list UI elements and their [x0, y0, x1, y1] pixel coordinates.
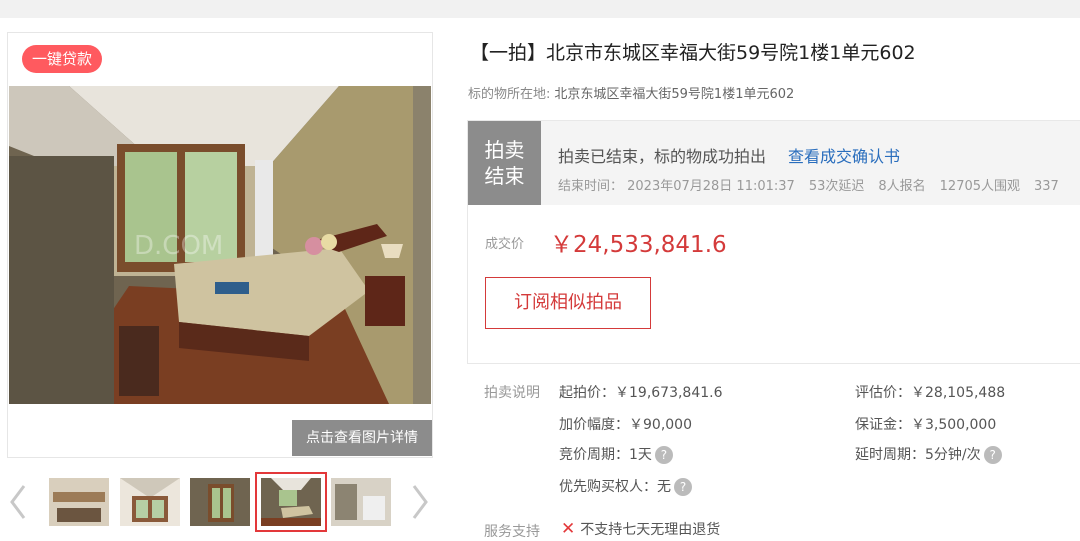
chevron-right-icon[interactable] — [410, 484, 430, 520]
listing-title: 【一拍】北京市东城区幸福大街59号院1楼1单元602 — [470, 42, 916, 64]
bidding-period: 竞价周期：1天 — [559, 447, 652, 463]
chevron-left-icon[interactable] — [8, 484, 28, 520]
view-photo-details-button[interactable]: 点击查看图片详情 — [292, 420, 432, 456]
extra-count: 337 — [1034, 179, 1059, 194]
close-icon: ✕ — [561, 519, 576, 539]
thumbnail-4-selected[interactable] — [255, 472, 327, 532]
bidding-period-row: 竞价周期：1天? — [559, 444, 673, 464]
photo-watermark: D.COM — [134, 231, 223, 261]
thumbnail-3[interactable] — [190, 478, 250, 526]
status-message-line: 拍卖已结束，标的物成功拍出 查看成交确认书 — [558, 143, 900, 167]
location-value: 北京东城区幸福大街59号院1楼1单元602 — [554, 87, 795, 102]
loan-badge[interactable]: 一键贷款 — [22, 45, 103, 73]
location-line: 标的物所在地: 北京东城区幸福大街59号院1楼1单元602 — [468, 83, 794, 102]
extension-period-row: 延时周期：5分钟/次? — [855, 444, 1002, 464]
watcher-count: 12705人围观 — [939, 179, 1021, 194]
appraisal-price: 评估价：￥28,105,488 — [855, 385, 1006, 401]
signup-count: 8人报名 — [878, 179, 926, 194]
view-deal-confirmation-link[interactable]: 查看成交确认书 — [788, 147, 900, 166]
thumbnail-1[interactable] — [49, 478, 109, 526]
thumbnail-strip — [0, 468, 440, 538]
extension-period: 延时周期：5分钟/次 — [855, 447, 981, 463]
deal-price-label: 成交价 — [485, 237, 525, 252]
priority-buyer: 优先购买权人：无 — [559, 479, 671, 495]
status-block-line2: 结束 — [484, 164, 525, 188]
auction-info-label: 拍卖说明 — [484, 385, 540, 401]
bid-increment: 加价幅度：￥90,000 — [559, 417, 692, 433]
bedroom-photo: D.COM — [9, 86, 431, 404]
status-meta: 结束时间： 2023年07月28日 11:01:37 53次延迟 8人报名 12705… — [558, 175, 1073, 194]
start-price: 起拍价：￥19,673,841.6 — [559, 385, 723, 401]
service-label: 服务支持 — [484, 524, 540, 540]
auction-ended-block: 拍卖 结束 — [468, 121, 541, 205]
service-item: ✕ 不支持七天无理由退货 — [561, 519, 720, 539]
question-icon[interactable]: ? — [654, 446, 673, 464]
deal-price: ￥24,533,841.6 — [550, 232, 727, 258]
top-nav-strip — [0, 0, 1080, 18]
priority-buyer-row: 优先购买权人：无? — [559, 476, 692, 496]
thumbnail-2[interactable] — [120, 478, 180, 526]
status-block-line1: 拍卖 — [484, 138, 525, 162]
auction-status-box: 拍卖 结束 拍卖已结束，标的物成功拍出 查看成交确认书 结束时间： 2023年07… — [467, 120, 1080, 364]
question-icon[interactable]: ? — [983, 446, 1002, 464]
status-bar: 拍卖 结束 拍卖已结束，标的物成功拍出 查看成交确认书 结束时间： 2023年07… — [468, 121, 1080, 205]
service-item-text: 不支持七天无理由退货 — [580, 522, 721, 538]
status-message: 拍卖已结束，标的物成功拍出 — [558, 147, 767, 166]
thumbnail-5[interactable] — [331, 478, 391, 526]
image-gallery: 一键贷款 D.COM 点击查看图片详情 — [7, 32, 433, 458]
subscribe-similar-button[interactable]: 订阅相似拍品 — [485, 277, 651, 329]
delay-count: 53次延迟 — [808, 179, 865, 194]
main-photo[interactable]: D.COM — [9, 86, 431, 404]
location-label: 标的物所在地: — [468, 87, 551, 102]
end-time: 结束时间： 2023年07月28日 11:01:37 — [558, 179, 795, 194]
question-icon[interactable]: ? — [674, 478, 692, 496]
deposit: 保证金：￥3,500,000 — [855, 417, 997, 433]
